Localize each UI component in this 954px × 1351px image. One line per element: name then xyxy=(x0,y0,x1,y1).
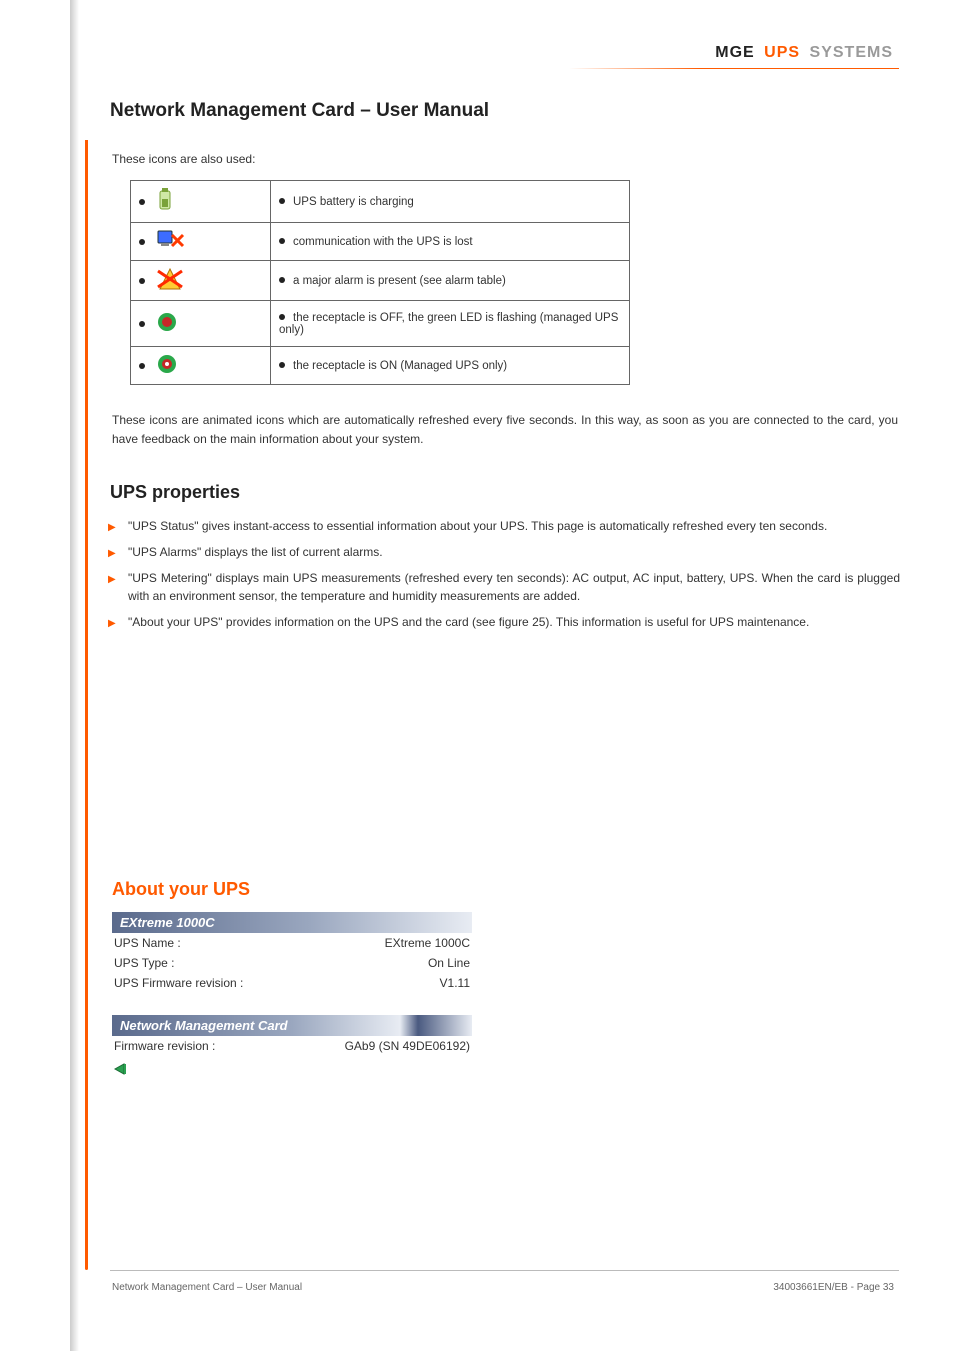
brand-ups: UPS xyxy=(764,44,800,61)
receptacle-off-icon xyxy=(156,311,178,336)
section-ups-properties: UPS properties xyxy=(110,482,900,503)
list-item: "UPS Alarms" displays the list of curren… xyxy=(108,543,900,561)
list-item: "UPS Status" gives instant-access to ess… xyxy=(108,517,900,535)
about-ups-screenshot: About your UPS EXtreme 1000C UPS Name :E… xyxy=(112,879,900,1076)
list-item: "UPS Metering" displays main UPS measure… xyxy=(108,569,900,605)
side-orange-curve xyxy=(85,140,88,1270)
icon-desc: communication with the UPS is lost xyxy=(293,236,473,248)
icon-desc: the receptacle is ON (Managed UPS only) xyxy=(293,360,507,372)
ups-properties-list: "UPS Status" gives instant-access to ess… xyxy=(108,517,900,631)
kv-row: UPS Name :EXtreme 1000C xyxy=(112,933,472,953)
icon-desc: UPS battery is charging xyxy=(293,196,414,208)
panel-network-body: Firmware revision :GAb9 (SN 49DE06192) xyxy=(112,1036,472,1056)
icon-table: UPS battery is charging communication wi… xyxy=(130,180,630,385)
panel-header-network: Network Management Card xyxy=(112,1015,472,1036)
table-row: a major alarm is present (see alarm tabl… xyxy=(131,261,630,301)
footer-right: 34003661EN/EB - Page 33 xyxy=(773,1282,894,1293)
animated-icons-paragraph: These icons are animated icons which are… xyxy=(112,411,898,448)
brand-logo: MGE UPS SYSTEMS xyxy=(619,40,899,66)
comm-lost-icon xyxy=(156,229,186,254)
footer-divider xyxy=(110,1270,899,1271)
table-row: UPS battery is charging xyxy=(131,181,630,223)
battery-charging-icon xyxy=(156,187,174,216)
list-item: "About your UPS" provides information on… xyxy=(108,613,900,631)
brand-underline xyxy=(569,68,899,69)
table-row: communication with the UPS is lost xyxy=(131,223,630,261)
brand-mge: MGE xyxy=(715,44,754,61)
footer-left: Network Management Card – User Manual xyxy=(112,1282,302,1293)
icons-intro: These icons are also used: xyxy=(112,152,900,166)
table-row: the receptacle is ON (Managed UPS only) xyxy=(131,347,630,385)
back-nav-icon[interactable] xyxy=(112,1060,130,1076)
icon-desc: the receptacle is OFF, the green LED is … xyxy=(279,312,618,336)
panel-ups-body: UPS Name :EXtreme 1000C UPS Type :On Lin… xyxy=(112,933,472,993)
about-ups-heading: About your UPS xyxy=(112,879,900,900)
panel-header-ups: EXtreme 1000C xyxy=(112,912,472,933)
kv-row: Firmware revision :GAb9 (SN 49DE06192) xyxy=(112,1036,472,1056)
brand-systems: SYSTEMS xyxy=(810,44,893,61)
receptacle-on-icon xyxy=(156,353,178,378)
table-row: the receptacle is OFF, the green LED is … xyxy=(131,301,630,347)
page-title: Network Management Card – User Manual xyxy=(110,100,900,122)
major-alarm-icon xyxy=(156,267,184,294)
kv-row: UPS Type :On Line xyxy=(112,953,472,973)
icon-desc: a major alarm is present (see alarm tabl… xyxy=(293,275,506,287)
kv-row: UPS Firmware revision :V1.11 xyxy=(112,973,472,993)
